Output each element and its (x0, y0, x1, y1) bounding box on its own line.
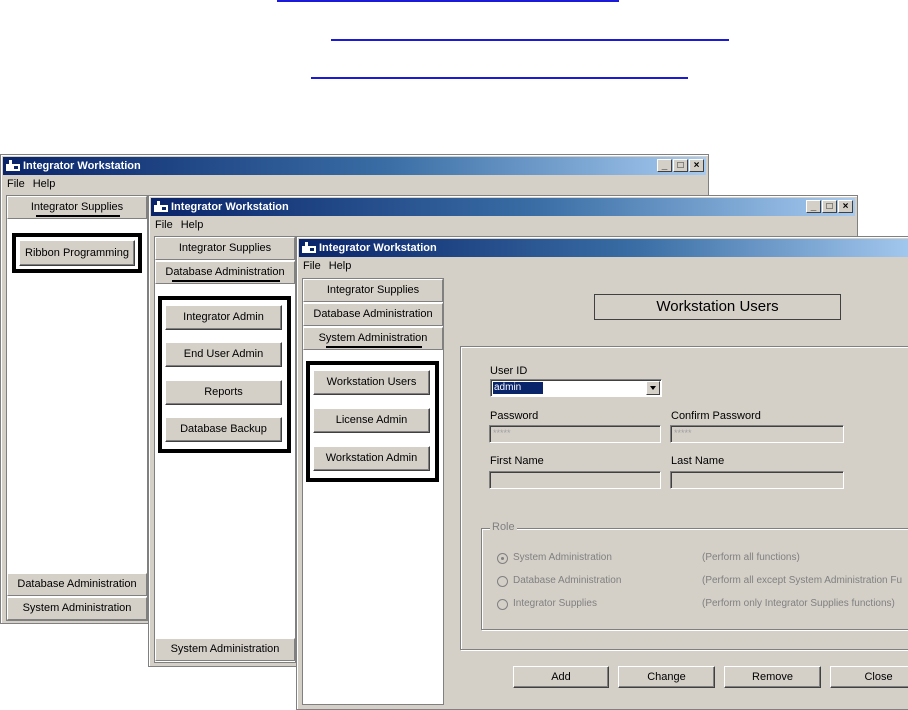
password-field[interactable]: ***** (489, 425, 661, 443)
nav-panel: Integrator Supplies Ribbon Programming D… (6, 195, 148, 621)
role-radio[interactable] (497, 599, 508, 610)
role-radio[interactable] (497, 553, 508, 564)
title-bar[interactable]: Integrator Workstation _ □ × (3, 157, 706, 175)
last-name-label: Last Name (671, 455, 725, 467)
nav-label: Integrator Supplies (30, 201, 124, 213)
user-details-group: User ID admin Password ***** Confirm Pas… (460, 346, 908, 650)
user-id-combobox[interactable]: admin (490, 379, 662, 397)
role-name: System Administration (513, 552, 612, 563)
menu-bar: File Help (299, 258, 355, 274)
confirm-password-label: Confirm Password (671, 410, 761, 422)
menu-file[interactable]: File (303, 260, 321, 272)
password-label: Password (490, 410, 539, 422)
role-name: Integrator Supplies (513, 598, 597, 609)
close-button[interactable]: × (689, 159, 704, 172)
nav-system-administration[interactable]: System Administration (303, 327, 443, 350)
role-name: Database Administration (513, 575, 622, 586)
menu-bar: File Help (3, 176, 59, 192)
menu-help[interactable]: Help (329, 260, 352, 272)
close-button[interactable]: × (838, 200, 853, 213)
title-bar[interactable]: Integrator Workstation _ □ × (151, 198, 855, 216)
minimize-button[interactable]: _ (657, 159, 672, 172)
menu-help[interactable]: Help (181, 219, 204, 231)
role-label: Role (490, 521, 517, 533)
role-description: (Perform only Integrator Supplies functi… (702, 598, 895, 609)
role-radio[interactable] (497, 576, 508, 587)
first-name-field[interactable] (489, 471, 661, 489)
confirm-password-field[interactable]: ***** (670, 425, 844, 443)
app-icon (6, 160, 20, 171)
nav-integrator-supplies[interactable]: Integrator Supplies (7, 196, 147, 219)
nav-integrator-supplies[interactable]: Integrator Supplies (303, 279, 443, 302)
highlight-box (306, 361, 439, 482)
nav-label: System Administration (318, 332, 428, 344)
nav-database-administration[interactable]: Database Administration (155, 261, 295, 284)
role-description: (Perform all except System Administratio… (702, 575, 903, 586)
close-form-button[interactable]: Close (830, 666, 908, 688)
document-link-line-2[interactable] (331, 39, 729, 41)
role-description: (Perform all functions) (702, 552, 800, 563)
window-title: Integrator Workstation (23, 160, 141, 172)
remove-button[interactable]: Remove (724, 666, 821, 688)
nav-label: Database Administration (165, 266, 285, 278)
form-title: Workstation Users (656, 298, 779, 315)
last-name-field[interactable] (670, 471, 844, 489)
document-link-line-1[interactable] (277, 0, 619, 2)
maximize-button[interactable]: □ (673, 159, 688, 172)
nav-panel: Integrator Supplies Database Administrat… (154, 236, 296, 663)
minimize-button[interactable]: _ (806, 200, 821, 213)
nav-database-administration[interactable]: Database Administration (303, 303, 443, 326)
dropdown-arrow-button[interactable] (646, 381, 660, 395)
menu-help[interactable]: Help (33, 178, 56, 190)
window-title: Integrator Workstation (171, 201, 289, 213)
maximize-button[interactable]: □ (822, 200, 837, 213)
role-group: Role System Administration (Perform all f… (481, 521, 908, 630)
app-icon (154, 201, 168, 212)
highlight-box (158, 296, 291, 453)
window-title: Integrator Workstation (319, 242, 437, 254)
nav-database-administration[interactable]: Database Administration (7, 573, 147, 596)
menu-file[interactable]: File (155, 219, 173, 231)
chevron-down-icon (650, 386, 656, 390)
menu-bar: File Help (151, 217, 207, 233)
nav-panel: Integrator Supplies Database Administrat… (302, 278, 444, 705)
nav-system-administration[interactable]: System Administration (155, 638, 295, 661)
change-button[interactable]: Change (618, 666, 715, 688)
highlight-box (12, 233, 142, 273)
user-id-value: admin (493, 382, 544, 394)
app-icon (302, 242, 316, 253)
add-button[interactable]: Add (513, 666, 609, 688)
menu-file[interactable]: File (7, 178, 25, 190)
user-id-label: User ID (490, 365, 528, 377)
document-link-line-3[interactable] (311, 77, 688, 79)
form-area: Workstation Users User ID admin Password… (444, 278, 908, 704)
form-title-box: Workstation Users (594, 294, 841, 320)
title-bar[interactable]: Integrator Workstation (299, 239, 908, 257)
nav-integrator-supplies[interactable]: Integrator Supplies (155, 237, 295, 260)
system-administration-window: Integrator Workstation File Help Integrat… (296, 236, 908, 710)
nav-system-administration[interactable]: System Administration (7, 597, 147, 620)
first-name-label: First Name (490, 455, 544, 467)
